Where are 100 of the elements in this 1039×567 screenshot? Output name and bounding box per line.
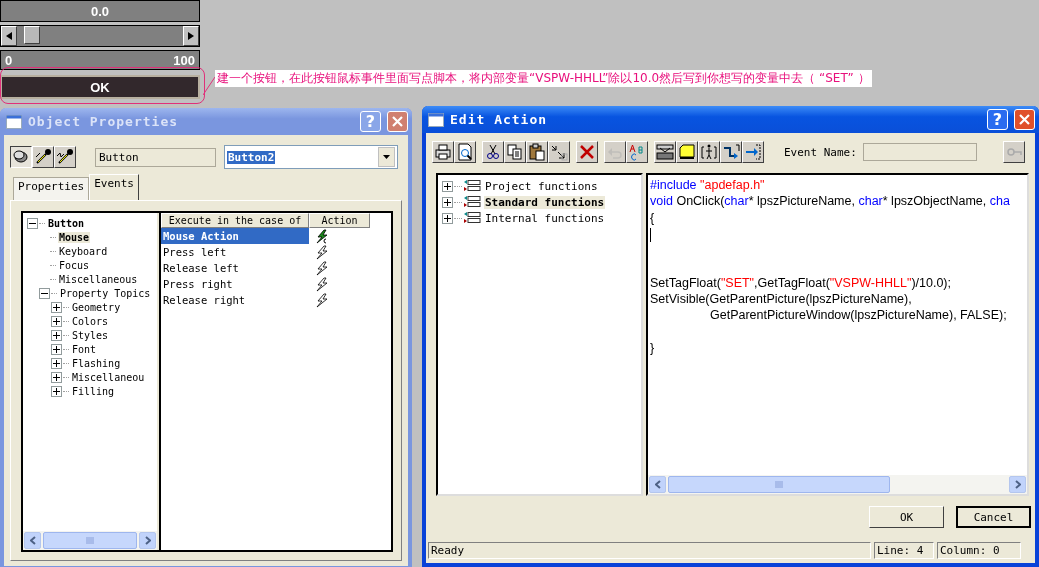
column-header[interactable]: Execute in the case of bbox=[161, 213, 309, 228]
plus-icon bbox=[53, 359, 60, 367]
expand-toggle[interactable] bbox=[51, 385, 62, 397]
window-icon bbox=[428, 112, 444, 127]
code-editor[interactable] bbox=[646, 173, 1029, 496]
letters-icon bbox=[628, 143, 646, 161]
expand-toggle[interactable] bbox=[51, 301, 62, 313]
annotation-text: 建一个按钮，在此按钮鼠标事件里面写点脚本，将内部变量“VSPW-HHLL”除以10.0然后写到你想写的变量中去（ “SET” ） bbox=[215, 70, 872, 87]
plus-icon bbox=[53, 317, 60, 325]
expand-toggle[interactable] bbox=[51, 315, 62, 327]
column-header[interactable]: Action bbox=[309, 213, 370, 228]
close-icon bbox=[1019, 114, 1030, 125]
grip-icon bbox=[775, 481, 783, 488]
arrow-in-icon bbox=[722, 143, 740, 161]
right-chevron-icon bbox=[144, 536, 151, 545]
cancel-button[interactable]: Cancel bbox=[956, 506, 1031, 528]
status-text: Line: 4 bbox=[874, 542, 934, 559]
tree-item[interactable]: Mouse bbox=[58, 231, 91, 243]
box-icon bbox=[678, 143, 696, 161]
expand-toggle[interactable] bbox=[27, 217, 38, 229]
range-max-label: 100 bbox=[173, 52, 195, 68]
dropper-icon bbox=[56, 148, 74, 166]
clipboard-icon bbox=[528, 143, 546, 161]
shapes-icon bbox=[12, 148, 30, 166]
code-line: SetVisible(GetParentPicture(lpszPictureName), bbox=[650, 291, 913, 308]
copy-icon bbox=[506, 143, 524, 161]
expand-toggle[interactable] bbox=[442, 196, 453, 208]
code-line: { bbox=[650, 209, 656, 226]
expand-toggle[interactable] bbox=[442, 212, 453, 224]
table-cell[interactable]: Mouse Action bbox=[161, 228, 309, 244]
object-type-field: Button bbox=[95, 147, 216, 167]
left-chevron-icon bbox=[29, 536, 36, 545]
leader-line bbox=[203, 76, 216, 96]
table-cell[interactable]: Press right bbox=[161, 276, 309, 292]
page-magnifier-icon bbox=[456, 143, 474, 161]
tree-item[interactable]: Filling bbox=[71, 385, 116, 397]
tree-item[interactable]: Geometry bbox=[71, 301, 122, 313]
tree-item[interactable]: Font bbox=[71, 343, 98, 355]
tree-item[interactable]: Focus bbox=[58, 259, 91, 271]
slider-thumb[interactable] bbox=[24, 26, 41, 44]
tray-icon bbox=[656, 143, 674, 161]
expand-toggle[interactable] bbox=[39, 287, 50, 299]
plus-icon bbox=[444, 214, 451, 222]
figure-brackets-icon bbox=[700, 143, 718, 161]
tree-item[interactable]: Miscellaneou bbox=[71, 371, 146, 383]
cross-icon bbox=[578, 143, 596, 161]
expand-toggle[interactable] bbox=[51, 343, 62, 355]
tree-item[interactable]: Colors bbox=[71, 315, 110, 327]
expand-toggle[interactable] bbox=[51, 357, 62, 369]
table-cell[interactable]: Press left bbox=[161, 244, 309, 260]
plus-icon bbox=[53, 373, 60, 381]
printer-icon bbox=[434, 143, 452, 161]
scissors-icon bbox=[484, 143, 502, 161]
tree-item[interactable]: Internal functions bbox=[484, 211, 606, 225]
value-display: 0.0 bbox=[0, 0, 200, 22]
ok-button[interactable]: OK bbox=[869, 506, 944, 528]
scrollbar-thumb[interactable] bbox=[43, 532, 137, 549]
tree-item[interactable]: Button bbox=[47, 217, 86, 229]
right-chevron-icon bbox=[1014, 480, 1021, 489]
plus-icon bbox=[444, 182, 451, 190]
status-text: Column: 0 bbox=[937, 542, 1021, 559]
left-chevron-icon bbox=[654, 480, 661, 489]
table-cell[interactable]: Release right bbox=[161, 292, 309, 308]
status-text: Ready bbox=[428, 542, 871, 559]
expand-toggle[interactable] bbox=[51, 371, 62, 383]
tree-item[interactable]: Keyboard bbox=[58, 245, 109, 257]
dropdown-arrow-icon bbox=[383, 155, 390, 159]
table-cell[interactable]: Release left bbox=[161, 260, 309, 276]
window-title: Object Properties bbox=[28, 114, 180, 129]
code-line: } bbox=[650, 339, 656, 357]
left-arrow-icon bbox=[6, 32, 12, 40]
letters-arrow-icon bbox=[550, 143, 568, 161]
plus-icon bbox=[53, 345, 60, 353]
plus-icon bbox=[53, 387, 60, 395]
tree-item[interactable]: Project functions bbox=[484, 179, 599, 193]
field-label: Event Name: bbox=[784, 145, 857, 159]
window-title: Edit Action bbox=[450, 112, 549, 127]
close-button[interactable] bbox=[1014, 109, 1035, 130]
tree-item[interactable]: Flashing bbox=[71, 357, 122, 369]
ok-button[interactable]: OK bbox=[0, 75, 200, 99]
help-button[interactable]: ? bbox=[987, 109, 1008, 130]
scrollbar-thumb[interactable] bbox=[668, 476, 890, 493]
tree-item[interactable]: Standard functions bbox=[484, 195, 606, 209]
expand-toggle[interactable] bbox=[51, 329, 62, 341]
object-name-value: Button2 bbox=[227, 150, 276, 164]
right-arrow-icon bbox=[188, 32, 194, 40]
slider[interactable] bbox=[0, 25, 200, 47]
tree-item[interactable]: Miscellaneous bbox=[58, 273, 139, 285]
dropper-icon bbox=[34, 148, 52, 166]
horizontal-scrollbar[interactable] bbox=[23, 531, 157, 550]
plus-icon bbox=[53, 303, 60, 311]
code-line: #include "apdefap.h" bbox=[650, 177, 766, 194]
horizontal-scrollbar[interactable] bbox=[648, 475, 1027, 494]
arrow-out-icon bbox=[744, 143, 762, 161]
tree-item[interactable]: Property Topics bbox=[59, 287, 152, 299]
expand-toggle[interactable] bbox=[442, 180, 453, 192]
code-line: SetTagFloat("SET",GetTagFloat("VSPW-HHLL")/10.0); bbox=[650, 274, 952, 292]
code-line: GetParentPictureWindow(lpszPictureName), FALSE); bbox=[709, 307, 1008, 324]
tree-item[interactable]: Styles bbox=[71, 329, 110, 341]
code-line: void OnClick(char* lpszPictureName, char* lpszObjectName, cha bbox=[650, 193, 1011, 210]
